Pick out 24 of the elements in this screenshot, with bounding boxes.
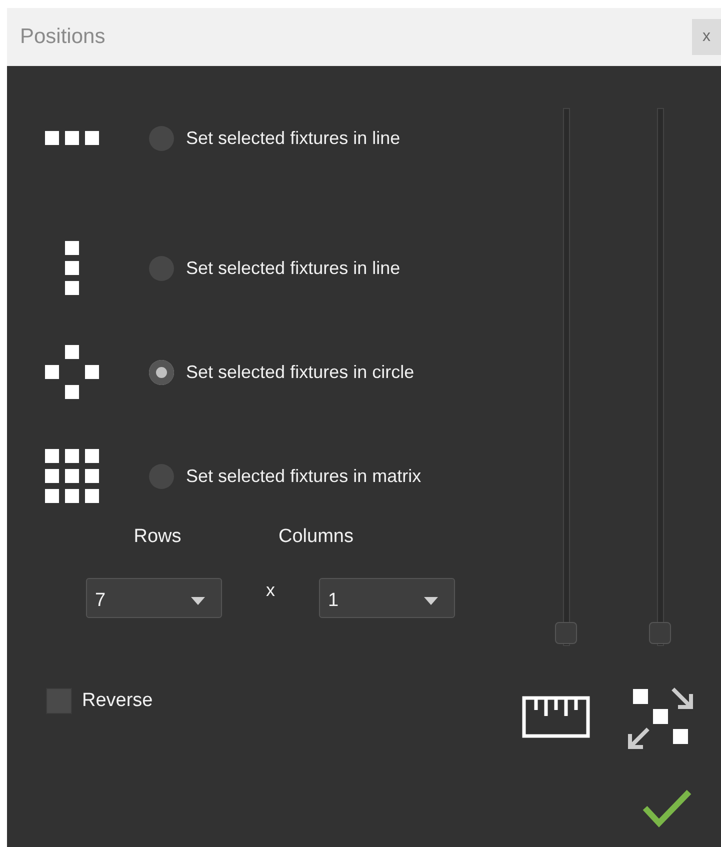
radio-option[interactable]: Set selected fixtures in circle (149, 360, 414, 384)
radio-option[interactable]: Set selected fixtures in matrix (149, 464, 422, 488)
radio-option[interactable]: Set selected fixtures in line (149, 256, 400, 280)
rows-label: Rows (132, 526, 182, 548)
slider-thumb[interactable] (649, 622, 671, 644)
dropdown-caret-icon (191, 597, 205, 605)
slider-thumb[interactable] (555, 622, 577, 644)
columns-label: Columns (278, 526, 354, 548)
radio-dot[interactable] (149, 360, 174, 384)
vertical-slider[interactable] (555, 108, 577, 644)
diamond-squares-icon (45, 345, 99, 399)
reverse-checkbox[interactable]: Reverse (46, 688, 512, 714)
radio-option[interactable]: Set selected fixtures in line (149, 126, 400, 150)
window-title: Positions (20, 25, 106, 49)
dropdown-caret-icon (424, 597, 438, 605)
times-sign: x (265, 580, 276, 601)
horizontal-squares-icon (45, 131, 99, 145)
columns-dropdown[interactable]: 1 (319, 578, 455, 618)
ruler-icon[interactable] (522, 696, 590, 738)
vertical-squares-icon (65, 241, 79, 295)
close-button[interactable]: x (692, 19, 721, 55)
rows-dropdown[interactable]: 7 (86, 578, 222, 618)
grid-squares-icon (45, 449, 99, 503)
vertical-slider[interactable] (649, 108, 671, 644)
